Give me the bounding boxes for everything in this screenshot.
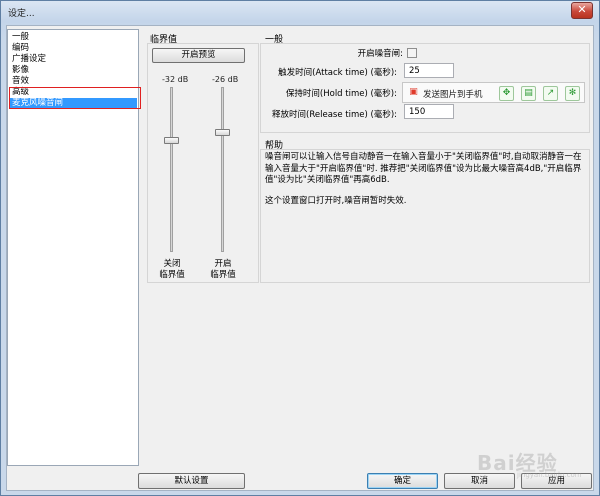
nav-item-encoding[interactable]: 编码 — [12, 43, 29, 54]
nav-item-video[interactable]: 影像 — [12, 65, 29, 76]
open-threshold-slider-thumb[interactable] — [215, 129, 230, 136]
ok-button[interactable]: 确定 — [367, 473, 438, 489]
help-paragraph-1: 噪音闸可以让输入信号自动静音一在输入音量小于"关闭临界值"时,自动取消静音一在输… — [265, 152, 582, 185]
release-time-label: 释放时间(Release time) (毫秒): — [272, 110, 397, 120]
hold-time-label: 保持时间(Hold time) (毫秒): — [285, 89, 397, 99]
nav-item-broadcast[interactable]: 广播设定 — [12, 54, 46, 65]
close-threshold-track — [170, 87, 173, 252]
send-image-label[interactable]: 发送图片到手机 — [423, 88, 483, 100]
watermark-url: jingyan.baidu.com — [517, 471, 582, 479]
close-threshold-db: -32 dB — [162, 75, 189, 84]
attack-time-label: 触发时间(Attack time) (毫秒): — [278, 68, 397, 78]
defaults-button[interactable]: 默认设置 — [138, 473, 245, 489]
enable-gate-label: 开启噪音闸: — [357, 49, 403, 59]
attack-time-input[interactable] — [404, 63, 454, 78]
close-threshold-slider-thumb[interactable] — [164, 137, 179, 144]
close-button[interactable]: ✕ — [571, 2, 593, 19]
dialog-client: 一般 编码 广播设定 影像 音效 高级 麦克风噪音闸 临界值 开启预览 -32 … — [6, 25, 594, 491]
highlight-box — [9, 87, 141, 109]
image-share-toolbar: ▣ 发送图片到手机 ✥ ▤ ↗ ✻ — [402, 82, 585, 103]
preview-button[interactable]: 开启预览 — [152, 48, 245, 63]
nav-item-audio[interactable]: 音效 — [12, 76, 29, 87]
settings-icon[interactable]: ✻ — [565, 86, 580, 101]
window-title: 设定... — [8, 9, 35, 19]
enable-gate-checkbox[interactable] — [407, 48, 417, 58]
help-text: 噪音闸可以让输入信号自动静音一在输入音量小于"关闭临界值"时,自动取消静音一在输… — [265, 152, 587, 216]
share-icon[interactable]: ↗ — [543, 86, 558, 101]
save-icon[interactable]: ▤ — [521, 86, 536, 101]
release-time-input[interactable] — [404, 104, 454, 119]
open-threshold-db: -26 dB — [212, 75, 239, 84]
expand-icon[interactable]: ✥ — [499, 86, 514, 101]
settings-window: 设定... ✕ 一般 编码 广播设定 影像 音效 高级 麦克风噪音闸 临界值 开… — [0, 0, 600, 496]
help-paragraph-2: 这个设置窗口打开时,噪音闸暂时失效. — [265, 195, 407, 206]
title-bar[interactable]: 设定... ✕ — [1, 1, 599, 25]
open-threshold-caption: 开启 临界值 — [210, 259, 236, 280]
nav-item-general[interactable]: 一般 — [12, 32, 29, 43]
open-threshold-track — [221, 87, 224, 252]
send-image-icon[interactable]: ▣ — [406, 86, 421, 101]
close-threshold-caption: 关闭 临界值 — [159, 259, 185, 280]
